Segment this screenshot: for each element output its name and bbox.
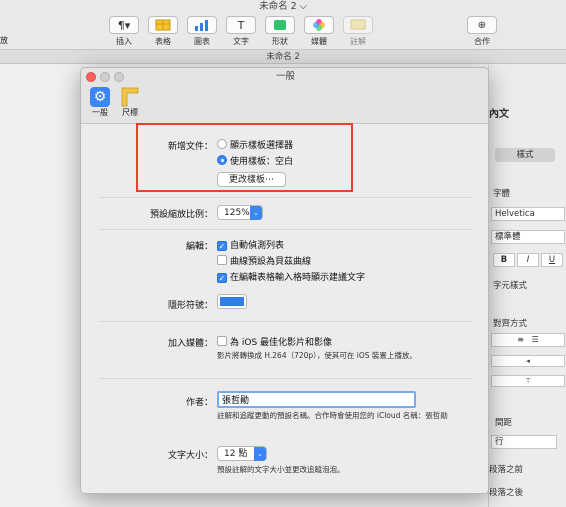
chart-icon <box>187 16 217 34</box>
italic-button[interactable]: I <box>517 253 539 267</box>
photos-icon <box>304 16 334 34</box>
tab-general[interactable]: ⚙ 一般 <box>87 86 113 118</box>
comment-icon <box>343 16 373 34</box>
window-title: 未命名 2 ⌵ <box>0 0 566 14</box>
collaborate-button[interactable]: ⊕ 合作 <box>464 16 500 47</box>
author-input[interactable] <box>217 391 416 408</box>
checkmark-icon: ✓ <box>217 241 227 251</box>
inspector-title: 內文 <box>489 109 509 120</box>
chart-button[interactable]: 圖表 <box>184 16 220 47</box>
highlight-box <box>136 123 353 192</box>
ruler-icon <box>120 87 140 107</box>
divider <box>99 197 471 198</box>
chevron-down-icon: ⌄ <box>254 447 266 461</box>
valign-buttons[interactable]: ⊤ <box>491 375 565 387</box>
author-note: 註解和追蹤更動的預設名稱。合作時會使用您的 iCloud 名稱：張哲勛 <box>217 411 448 420</box>
bezier-checkbox[interactable]: 曲線預設為貝茲曲線 <box>217 254 311 267</box>
divider <box>99 378 471 379</box>
space-before-label: 段落之前 <box>489 465 524 475</box>
zoom-select[interactable]: 125% ⌄ <box>217 205 263 220</box>
text-icon: T <box>226 16 256 34</box>
paragraph-icon: ¶▾ <box>109 16 139 34</box>
spacing-section-label: 間距 <box>495 418 513 428</box>
insert-button[interactable]: ¶▾ 插入 <box>106 16 142 47</box>
chevron-down-icon: ⌄ <box>250 206 262 220</box>
text-style-buttons: B I U <box>493 253 563 267</box>
shape-icon <box>265 16 295 34</box>
font-name-select[interactable]: Helvetica <box>491 207 565 221</box>
checkmark-icon: ✓ <box>217 273 227 283</box>
comment-button[interactable]: 註解 <box>340 16 376 47</box>
align-buttons[interactable]: ≡ ☰ <box>491 333 565 347</box>
bold-button[interactable]: B <box>493 253 515 267</box>
editing-label: 編輯： <box>185 242 213 252</box>
optimize-ios-checkbox[interactable]: 為 iOS 最佳化影片和影像 <box>217 335 332 348</box>
zoom-button[interactable] <box>114 72 124 82</box>
align-section-label: 對齊方式 <box>493 319 528 329</box>
tab-rulers[interactable]: 尺標 <box>117 86 143 118</box>
char-style-label: 字元樣式 <box>493 281 528 291</box>
gear-icon: ⚙ <box>90 87 110 107</box>
media-button[interactable]: 媒體 <box>301 16 337 47</box>
divider <box>99 229 471 230</box>
tab-style[interactable]: 樣式 <box>495 148 555 162</box>
table-icon <box>148 16 178 34</box>
underline-button[interactable]: U <box>541 253 563 267</box>
invisibles-color-well[interactable] <box>217 294 247 309</box>
invisibles-label: 隱形符號： <box>167 301 213 311</box>
add-media-label: 加入媒體： <box>167 339 213 349</box>
suggestions-checkbox[interactable]: ✓ 在編輯表格輸入格時顯示建議文字 <box>217 270 365 283</box>
preferences-tabs: ⚙ 一般 尺標 <box>81 86 488 124</box>
format-inspector: 內文 樣式 字體 Helvetica 標準體 B I U 字元樣式 對齊方式 ≡… <box>488 65 566 507</box>
shape-button[interactable]: 形狀 <box>262 16 298 47</box>
preferences-title: 一般 <box>81 68 488 86</box>
font-section-label: 字體 <box>493 189 511 199</box>
space-after-label: 段落之後 <box>489 488 524 498</box>
text-size-label: 文字大小： <box>167 451 213 461</box>
text-size-select[interactable]: 12 點 ⌄ <box>217 446 267 461</box>
toolbar: 放 ¶▾ 插入 表格 圖表 T 文字 形狀 媒體 註解 ⊕ 合作 <box>0 14 566 50</box>
text-size-note: 預設註解的文字大小並更改追蹤泡泡。 <box>217 465 345 474</box>
document-tab[interactable]: 未命名 2 <box>0 50 566 64</box>
table-button[interactable]: 表格 <box>145 16 181 47</box>
close-button[interactable] <box>86 72 96 82</box>
indent-buttons[interactable]: ◂ <box>491 355 565 367</box>
author-label: 作者： <box>185 398 213 408</box>
default-zoom-label: 預設縮放比例： <box>149 210 213 220</box>
toolbar-left-label: 放 <box>0 36 8 45</box>
minimize-button[interactable] <box>100 72 110 82</box>
divider <box>99 321 471 322</box>
text-button[interactable]: T 文字 <box>223 16 259 47</box>
collaborate-icon: ⊕ <box>467 16 497 34</box>
auto-list-checkbox[interactable]: ✓ 自動偵測列表 <box>217 238 284 251</box>
ios-note: 影片將轉換成 H.264（720p），使其可在 iOS 裝置上播放。 <box>217 351 417 360</box>
spacing-select[interactable]: 行 <box>491 435 557 449</box>
font-style-select[interactable]: 標準體 <box>491 230 565 244</box>
